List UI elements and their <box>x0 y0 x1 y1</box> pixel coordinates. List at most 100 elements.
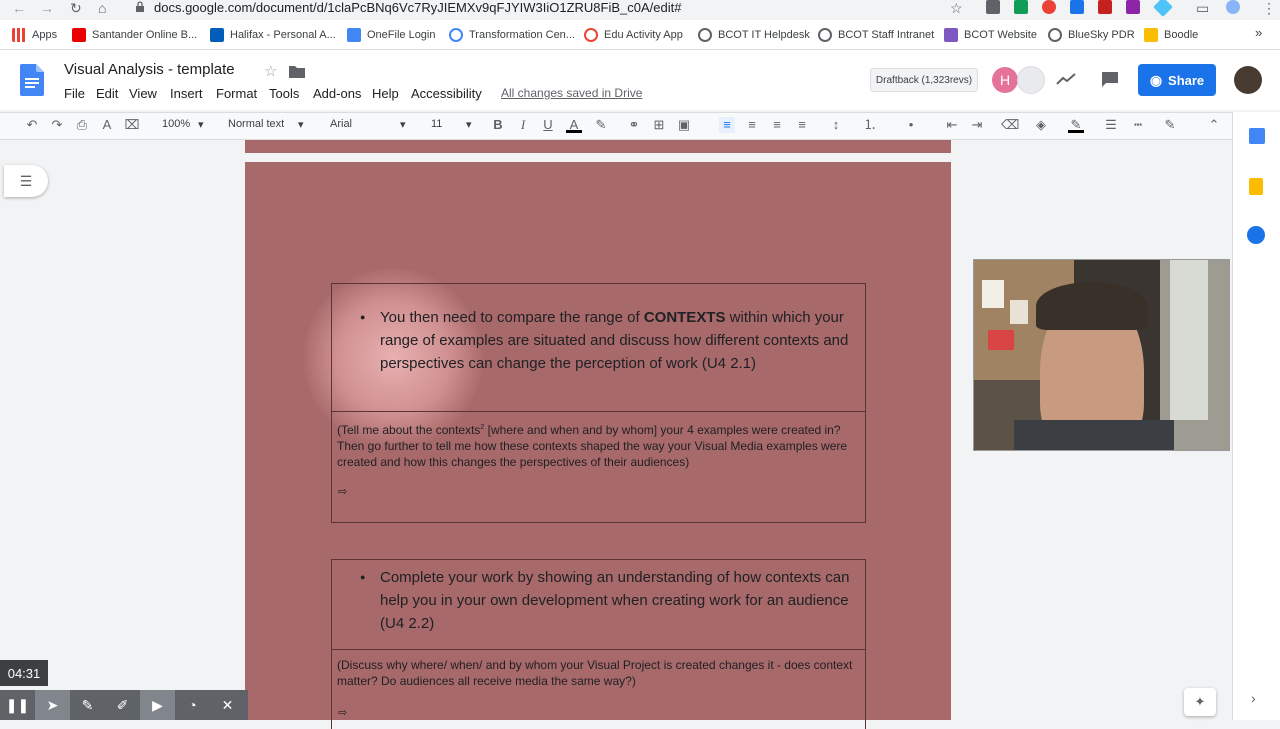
home-icon[interactable]: ⌂ <box>98 0 106 16</box>
underline-icon[interactable]: U <box>540 117 556 133</box>
bookmark-apps[interactable]: Apps <box>12 27 57 43</box>
menu-help[interactable]: Help <box>372 86 399 101</box>
border-color-icon[interactable]: ✎ <box>1068 117 1084 133</box>
url-field[interactable]: docs.google.com/document/d/1claPcBNq6Vc7… <box>154 0 681 15</box>
zoom-select[interactable]: 100% <box>162 118 190 130</box>
extension-icon[interactable] <box>1153 0 1173 17</box>
document-outline-button[interactable]: ☰ <box>4 165 48 197</box>
spellcheck-icon[interactable]: A <box>99 117 115 133</box>
folder-icon[interactable] <box>289 65 305 78</box>
docs-logo-icon[interactable] <box>20 64 44 96</box>
bold-icon[interactable]: B <box>490 117 506 133</box>
menu-file[interactable]: File <box>64 86 85 101</box>
menu-insert[interactable]: Insert <box>170 86 203 101</box>
bookmark-transformation[interactable]: Transformation Cen... <box>449 27 575 43</box>
fill-color-icon[interactable]: ◈ <box>1033 117 1049 133</box>
menu-tools[interactable]: Tools <box>269 86 299 101</box>
decrease-indent-icon[interactable]: ⇤ <box>944 117 960 133</box>
extension-icon[interactable] <box>1070 0 1084 14</box>
collaborators-icon[interactable] <box>1017 66 1045 94</box>
star-icon[interactable]: ☆ <box>264 62 277 80</box>
font-size-select[interactable]: 11 <box>431 118 442 130</box>
bulleted-list-icon[interactable]: • <box>903 117 919 133</box>
align-right-icon[interactable]: ≡ <box>769 117 785 133</box>
pen-icon[interactable]: ✎ <box>70 690 105 720</box>
numbered-list-icon[interactable]: ⒈ <box>862 117 878 133</box>
save-status[interactable]: All changes saved in Drive <box>501 86 642 100</box>
insert-comment-icon[interactable]: ⊞ <box>651 117 667 133</box>
extension-icon[interactable] <box>1126 0 1140 14</box>
extension-icon[interactable] <box>1042 0 1056 14</box>
chevron-down-icon[interactable]: ▾ <box>466 118 472 131</box>
text-color-icon[interactable]: A <box>566 117 582 133</box>
reload-icon[interactable]: ↻ <box>70 0 82 16</box>
extension-icon[interactable] <box>1014 0 1028 14</box>
redo-icon[interactable]: ↷ <box>49 117 65 133</box>
tasks-icon[interactable] <box>1247 226 1265 244</box>
document-title[interactable]: Visual Analysis - template <box>64 61 235 78</box>
explore-button[interactable]: ✦ <box>1184 688 1216 716</box>
chevron-down-icon[interactable]: ▾ <box>298 118 304 131</box>
align-left-icon[interactable]: ≡ <box>719 117 735 133</box>
clear-formatting-icon[interactable]: ⌫ <box>1001 117 1019 133</box>
insert-image-icon[interactable]: ▣ <box>676 117 692 133</box>
comment-icon[interactable] <box>1101 71 1119 87</box>
chevron-down-icon[interactable]: ▾ <box>198 118 204 131</box>
cast-icon[interactable]: ▭ <box>1196 0 1209 16</box>
paint-format-icon[interactable]: ⌧ <box>124 117 140 133</box>
border-dash-icon[interactable]: ┅ <box>1130 117 1146 133</box>
bookmark-halifax[interactable]: Halifax - Personal A... <box>210 27 336 43</box>
bookmarks-overflow-icon[interactable]: » <box>1255 24 1262 40</box>
menu-addons[interactable]: Add-ons <box>313 86 361 101</box>
undo-icon[interactable]: ↶ <box>24 117 40 133</box>
print-icon[interactable]: ⎙ <box>74 117 90 133</box>
bookmark-onefile[interactable]: OneFile Login <box>347 27 436 43</box>
align-justify-icon[interactable]: ≡ <box>794 117 810 133</box>
table-cell-prompt[interactable]: Complete your work by showing an underst… <box>331 559 866 650</box>
line-spacing-icon[interactable]: ↕ <box>828 117 844 133</box>
table-cell-answer[interactable]: (Tell me about the contexts2 [where and … <box>331 411 866 523</box>
collapse-toolbar-icon[interactable]: ⌃ <box>1206 117 1222 133</box>
align-center-icon[interactable]: ≡ <box>744 117 760 133</box>
bookmark-edu-activity[interactable]: Edu Activity App <box>584 27 683 43</box>
menu-format[interactable]: Format <box>216 86 257 101</box>
menu-view[interactable]: View <box>129 86 157 101</box>
bookmark-boodle[interactable]: Boodle <box>1144 27 1198 43</box>
highlight-icon[interactable]: ✎ <box>593 117 609 133</box>
style-select[interactable]: Normal text <box>228 118 284 130</box>
draftback-button[interactable]: Draftback (1,323revs) <box>870 68 978 92</box>
link-icon[interactable]: ⚭ <box>626 117 642 133</box>
more-icon[interactable]: ⋮ <box>1262 0 1276 16</box>
table-cell-prompt[interactable]: You then need to compare the range of CO… <box>331 283 866 412</box>
activity-trend-icon[interactable] <box>1056 72 1076 86</box>
expand-panel-icon[interactable]: › <box>1251 690 1256 706</box>
profile-icon[interactable] <box>1226 0 1240 14</box>
share-button[interactable]: ◉ Share <box>1138 64 1216 96</box>
italic-icon[interactable]: I <box>515 117 531 133</box>
pointer-icon[interactable]: ➤ <box>35 690 70 720</box>
increase-indent-icon[interactable]: ⇥ <box>969 117 985 133</box>
pause-icon[interactable]: ❚❚ <box>0 690 35 720</box>
table-cell-answer[interactable]: (Discuss why where/ when/ and by whom yo… <box>331 649 866 729</box>
bookmark-staff-intranet[interactable]: BCOT Staff Intranet <box>818 27 934 43</box>
chevron-down-icon[interactable]: ▾ <box>400 118 406 131</box>
border-width-icon[interactable]: ☰ <box>1103 117 1119 133</box>
bookmark-website[interactable]: BCOT Website <box>944 27 1037 43</box>
menu-edit[interactable]: Edit <box>96 86 118 101</box>
keep-icon[interactable] <box>1249 178 1263 195</box>
close-icon[interactable]: ✕ <box>210 690 245 720</box>
collaborator-avatar[interactable]: H <box>992 67 1018 93</box>
camera-icon[interactable]: ▶ <box>140 690 175 720</box>
back-icon[interactable]: ← <box>12 0 26 16</box>
extension-icon[interactable] <box>1098 0 1112 14</box>
extension-icon[interactable] <box>986 0 1000 14</box>
bookmark-santander[interactable]: Santander Online B... <box>72 27 197 43</box>
timer-icon[interactable]: ◔ <box>175 690 210 720</box>
bookmark-it-helpdesk[interactable]: BCOT IT Helpdesk <box>698 27 810 43</box>
calendar-icon[interactable] <box>1249 128 1265 144</box>
bookmark-bluesky[interactable]: BlueSky PDR <box>1048 27 1135 43</box>
editing-mode-icon[interactable]: ✎ <box>1162 117 1178 133</box>
menu-accessibility[interactable]: Accessibility <box>411 86 482 101</box>
user-avatar[interactable] <box>1234 66 1262 94</box>
highlighter-icon[interactable]: ✐ <box>105 690 140 720</box>
